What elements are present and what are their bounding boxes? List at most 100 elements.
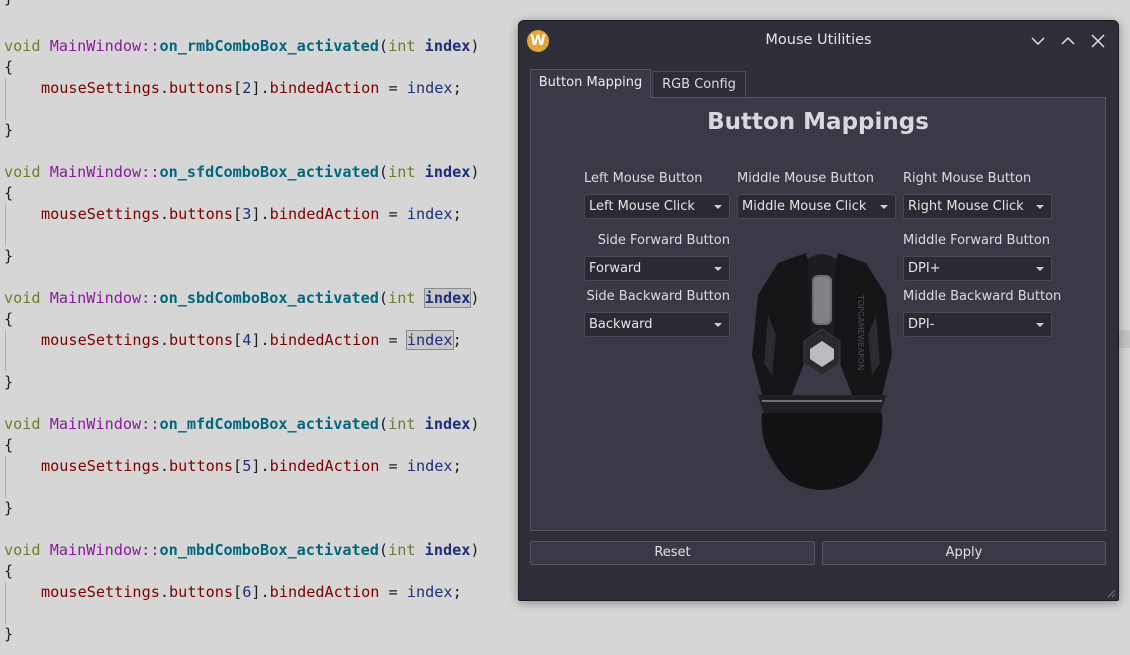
object-name: mouseSettings [41, 79, 160, 97]
array-index: 5 [242, 457, 252, 475]
field-name: bindedAction [269, 583, 380, 601]
maximize-button[interactable] [1057, 30, 1079, 52]
array-index: 2 [242, 79, 252, 97]
param-name: index [424, 163, 471, 181]
array-index: 4 [242, 331, 252, 349]
dropdown-arrow-icon [1036, 323, 1044, 327]
close-paren: ) [470, 289, 480, 307]
indent-guide [5, 224, 6, 246]
dot: . [159, 583, 170, 601]
param-name: index [424, 37, 471, 55]
class-name: MainWindow [49, 163, 142, 181]
middle-backward-button-combo[interactable]: DPI- [903, 312, 1052, 337]
open-brace: { [4, 58, 14, 76]
param-name: index [424, 415, 471, 433]
semicolon: ; [452, 583, 462, 601]
array-index: 6 [242, 583, 252, 601]
minimize-button[interactable] [1027, 30, 1049, 52]
bracket: [ [233, 205, 243, 223]
side-forward-button-value: Forward [589, 261, 642, 276]
code-line-open-brace: { [4, 57, 13, 77]
right-mouse-button-combo[interactable]: Right Mouse Click [903, 194, 1052, 219]
member-name: buttons [169, 457, 234, 475]
left-mouse-button-combo[interactable]: Left Mouse Click [584, 194, 730, 219]
open-brace: { [4, 184, 14, 202]
middle-backward-button-value: DPI- [908, 317, 935, 332]
side-backward-button-combo[interactable]: Backward [584, 312, 730, 337]
object-name: mouseSettings [41, 457, 160, 475]
code-line-open-brace: { [4, 309, 13, 329]
code-line-assignment: mouseSettings.buttons[2].bindedAction = … [41, 78, 462, 98]
scope-operator: :: [141, 289, 160, 307]
code-line-assignment: mouseSettings.buttons[3].bindedAction = … [41, 204, 462, 224]
open-paren: ( [378, 541, 389, 559]
close-brace: } [4, 121, 14, 139]
reset-button[interactable]: Reset [530, 541, 815, 565]
bracket: [ [233, 79, 243, 97]
param-name: index [423, 288, 472, 308]
semicolon: ; [452, 331, 462, 349]
dot: . [159, 205, 170, 223]
code-line-close-brace: } [4, 624, 13, 644]
close-button[interactable] [1087, 30, 1109, 52]
side-forward-button-combo[interactable]: Forward [584, 256, 730, 281]
indent-guide [5, 350, 6, 372]
chevron-up-icon [1061, 36, 1075, 45]
open-brace: { [4, 436, 14, 454]
close-brace: } [4, 625, 14, 643]
code-line-open-brace: { [4, 183, 13, 203]
title-bar[interactable]: W Mouse Utilities [519, 21, 1118, 61]
middle-mouse-button-combo[interactable]: Middle Mouse Click [737, 194, 896, 219]
dropdown-arrow-icon [1036, 205, 1044, 209]
middle-forward-button-value: DPI+ [908, 261, 941, 276]
code-line-close-brace: } [4, 120, 13, 140]
tab-rgb-config[interactable]: RGB Config [652, 71, 746, 97]
function-name: on_rmbComboBox_activated [159, 37, 379, 55]
assign-operator: = [379, 79, 407, 97]
field-name: bindedAction [269, 205, 380, 223]
return-type: void [4, 289, 41, 307]
field-name: bindedAction [269, 331, 380, 349]
middle-backward-button-label: Middle Backward Button [903, 289, 1062, 304]
dropdown-arrow-icon [1036, 267, 1044, 271]
close-paren: ) [470, 37, 480, 55]
open-brace: { [4, 562, 14, 580]
function-name: on_mfdComboBox_activated [159, 415, 379, 433]
mouse-utilities-window: W Mouse Utilities Button Mapping RGB Con… [518, 20, 1119, 601]
indent-guide [5, 98, 6, 120]
dot: . [260, 331, 270, 349]
resize-grip-icon[interactable] [1106, 588, 1116, 598]
tab-button-mapping[interactable]: Button Mapping [530, 69, 651, 98]
indent-guide [5, 602, 6, 624]
return-type: void [4, 415, 41, 433]
dot: . [260, 205, 270, 223]
param-type: int [388, 289, 416, 307]
right-mouse-button-value: Right Mouse Click [908, 199, 1024, 214]
class-name: MainWindow [49, 541, 142, 559]
mouse-brand-text: TOPGAMEWEAPON [856, 294, 865, 370]
dot: . [260, 583, 270, 601]
code-line-signature: void MainWindow::on_sbdComboBox_activate… [4, 288, 480, 308]
scope-operator: :: [141, 163, 160, 181]
assign-operator: = [379, 331, 407, 349]
object-name: mouseSettings [41, 205, 160, 223]
open-paren: ( [378, 37, 389, 55]
code-line-signature: void MainWindow::on_sfdComboBox_activate… [4, 162, 480, 182]
close-paren: ) [470, 541, 480, 559]
field-name: bindedAction [269, 457, 380, 475]
bracket: [ [233, 331, 243, 349]
middle-forward-button-combo[interactable]: DPI+ [903, 256, 1052, 281]
member-name: buttons [169, 331, 234, 349]
class-name: MainWindow [49, 37, 142, 55]
assign-operator: = [379, 205, 407, 223]
function-name: on_sbdComboBox_activated [159, 289, 379, 307]
left-mouse-button-label: Left Mouse Button [584, 171, 703, 186]
open-brace: { [4, 310, 14, 328]
close-brace: } [4, 499, 14, 517]
dot: . [260, 457, 270, 475]
param-name: index [424, 541, 471, 559]
apply-button[interactable]: Apply [822, 541, 1106, 565]
bracket: ] [251, 205, 261, 223]
array-index: 3 [242, 205, 252, 223]
param-type: int [388, 415, 416, 433]
